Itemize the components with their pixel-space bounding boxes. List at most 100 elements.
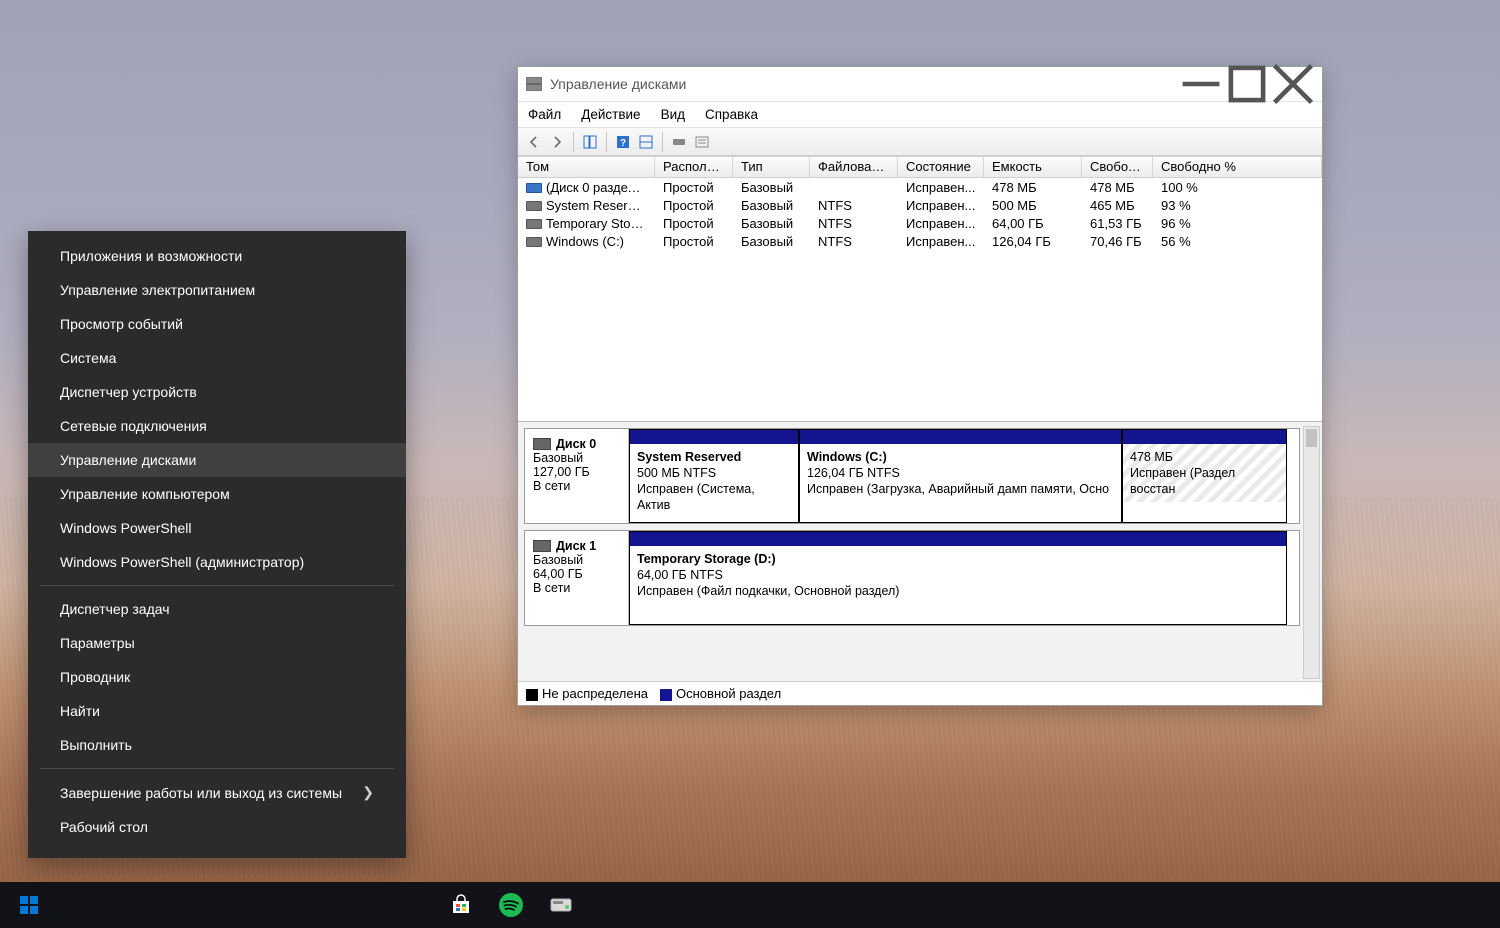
start-button[interactable] xyxy=(6,882,52,928)
ctx-item-label: Диспетчер задач xyxy=(60,601,170,617)
legend-primary: Основной раздел xyxy=(660,686,781,701)
ctx-item-label: Диспетчер устройств xyxy=(60,384,197,400)
ctx-item[interactable]: Завершение работы или выход из системы❯ xyxy=(28,775,406,810)
menu-file[interactable]: Файл xyxy=(528,107,561,122)
taskbar[interactable] xyxy=(0,882,1500,928)
volume-row[interactable]: (Диск 0 раздел 3)ПростойБазовыйИсправен.… xyxy=(518,178,1322,196)
cell: 56 % xyxy=(1153,234,1322,249)
disk-icon xyxy=(533,540,551,552)
ctx-item[interactable]: Приложения и возможности xyxy=(28,239,406,273)
ctx-item-label: Система xyxy=(60,350,116,366)
partition-text: Temporary Storage (D:)64,00 ГБ NTFSИспра… xyxy=(630,546,1286,604)
partition[interactable]: Temporary Storage (D:)64,00 ГБ NTFSИспра… xyxy=(629,531,1287,625)
cell: 478 МБ xyxy=(1082,180,1153,195)
cell: NTFS xyxy=(810,216,898,231)
properties-button[interactable] xyxy=(692,132,712,152)
cell: Простой xyxy=(655,198,733,213)
partition[interactable]: Windows (C:)126,04 ГБ NTFSИсправен (Загр… xyxy=(799,429,1122,523)
col-filesystem[interactable]: Файловая с... xyxy=(810,157,898,177)
col-volume[interactable]: Том xyxy=(518,157,655,177)
volume-row[interactable]: Temporary Storag...ПростойБазовыйNTFSИсп… xyxy=(518,214,1322,232)
ctx-item[interactable]: Параметры xyxy=(28,626,406,660)
cell: (Диск 0 раздел 3) xyxy=(518,180,655,195)
ctx-item[interactable]: Управление компьютером xyxy=(28,477,406,511)
col-capacity[interactable]: Емкость xyxy=(984,157,1082,177)
disk-row: Диск 0Базовый127,00 ГБВ сетиSystem Reser… xyxy=(524,428,1300,524)
disk-icon-button[interactable] xyxy=(669,132,689,152)
scrollbar-thumb[interactable] xyxy=(1306,429,1317,447)
partition[interactable]: 478 МБИсправен (Раздел восстан xyxy=(1122,429,1287,523)
menu-separator xyxy=(40,585,394,586)
cell: NTFS xyxy=(810,234,898,249)
col-free[interactable]: Свобод... xyxy=(1082,157,1153,177)
vertical-scrollbar[interactable] xyxy=(1303,426,1320,679)
col-state[interactable]: Состояние xyxy=(898,157,984,177)
cell: 500 МБ xyxy=(984,198,1082,213)
ctx-item[interactable]: Диспетчер задач xyxy=(28,592,406,626)
minimize-button[interactable] xyxy=(1178,69,1224,99)
volume-list-header: Том Располо... Тип Файловая с... Состоян… xyxy=(518,156,1322,178)
cell: 126,04 ГБ xyxy=(984,234,1082,249)
svg-text:?: ? xyxy=(620,138,626,149)
cell: Простой xyxy=(655,234,733,249)
legend: Не распределена Основной раздел xyxy=(518,681,1322,705)
menu-help[interactable]: Справка xyxy=(705,107,758,122)
ctx-item[interactable]: Управление дисками xyxy=(28,443,406,477)
ctx-item-label: Управление компьютером xyxy=(60,486,230,502)
volume-row[interactable]: Windows (C:)ПростойБазовыйNTFSИсправен..… xyxy=(518,232,1322,250)
cell: Windows (C:) xyxy=(518,234,655,249)
menu-bar: Файл Действие Вид Справка xyxy=(518,102,1322,128)
cell: 70,46 ГБ xyxy=(1082,234,1153,249)
ctx-item[interactable]: Windows PowerShell (администратор) xyxy=(28,545,406,579)
ctx-item[interactable]: Выполнить xyxy=(28,728,406,762)
ctx-item[interactable]: Windows PowerShell xyxy=(28,511,406,545)
ctx-item[interactable]: Проводник xyxy=(28,660,406,694)
window-titlebar[interactable]: Управление дисками xyxy=(518,67,1322,102)
volume-row[interactable]: System ReservedПростойБазовыйNTFSИсправе… xyxy=(518,196,1322,214)
disk-icon xyxy=(526,183,542,193)
col-layout[interactable]: Располо... xyxy=(655,157,733,177)
ctx-item[interactable]: Система xyxy=(28,341,406,375)
ctx-item-label: Сетевые подключения xyxy=(60,418,207,434)
disk-icon xyxy=(533,438,551,450)
disk-icon xyxy=(526,219,542,229)
back-button[interactable] xyxy=(524,132,544,152)
taskbar-app-spotify-icon[interactable] xyxy=(486,882,536,928)
partition-color-bar xyxy=(630,532,1286,546)
help-button[interactable]: ? xyxy=(613,132,633,152)
volume-list[interactable]: (Диск 0 раздел 3)ПростойБазовыйИсправен.… xyxy=(518,178,1322,421)
partition-color-bar xyxy=(630,430,798,444)
disk-icon xyxy=(526,201,542,211)
disk-label[interactable]: Диск 1Базовый64,00 ГБВ сети xyxy=(525,531,629,625)
menu-action[interactable]: Действие xyxy=(581,107,640,122)
col-percent[interactable]: Свободно % xyxy=(1153,157,1322,177)
cell: Исправен... xyxy=(898,180,984,195)
ctx-item[interactable]: Найти xyxy=(28,694,406,728)
layout-button[interactable] xyxy=(636,132,656,152)
ctx-item-label: Приложения и возможности xyxy=(60,248,242,264)
ctx-item[interactable]: Сетевые подключения xyxy=(28,409,406,443)
close-button[interactable] xyxy=(1270,69,1316,99)
col-type[interactable]: Тип xyxy=(733,157,810,177)
maximize-button[interactable] xyxy=(1224,69,1270,99)
cell: Базовый xyxy=(733,216,810,231)
disk-management-window: Управление дисками Файл Действие Вид Спр… xyxy=(517,66,1323,706)
taskbar-app-store-icon[interactable] xyxy=(436,882,486,928)
menu-view[interactable]: Вид xyxy=(661,107,685,122)
partition[interactable]: System Reserved500 МБ NTFSИсправен (Сист… xyxy=(629,429,799,523)
ctx-item[interactable]: Диспетчер устройств xyxy=(28,375,406,409)
ctx-item[interactable]: Управление электропитанием xyxy=(28,273,406,307)
view-toggle-button[interactable] xyxy=(580,132,600,152)
cell: Temporary Storag... xyxy=(518,216,655,231)
app-icon xyxy=(526,77,542,91)
partition-text: Windows (C:)126,04 ГБ NTFSИсправен (Загр… xyxy=(800,444,1121,502)
cell: Базовый xyxy=(733,198,810,213)
forward-button[interactable] xyxy=(547,132,567,152)
cell: System Reserved xyxy=(518,198,655,213)
taskbar-app-disk-icon[interactable] xyxy=(536,882,586,928)
ctx-item-label: Управление дисками xyxy=(60,452,196,468)
ctx-item[interactable]: Рабочий стол xyxy=(28,810,406,844)
ctx-item[interactable]: Просмотр событий xyxy=(28,307,406,341)
disk-label[interactable]: Диск 0Базовый127,00 ГБВ сети xyxy=(525,429,629,523)
cell: 93 % xyxy=(1153,198,1322,213)
